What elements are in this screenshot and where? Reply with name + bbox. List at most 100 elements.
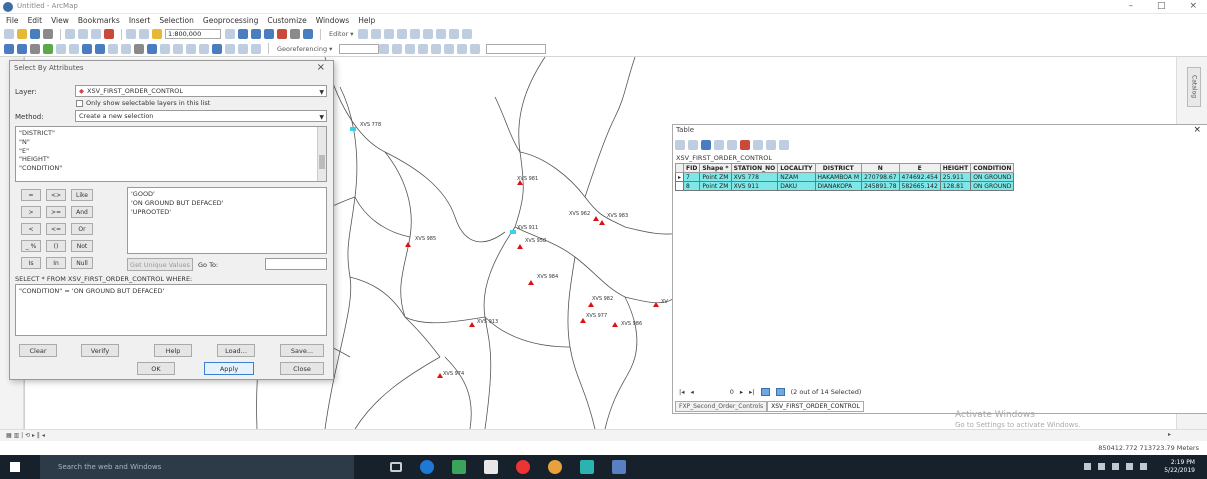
column-header[interactable]: LOCALITY: [777, 163, 816, 173]
column-header[interactable]: Shape *: [699, 163, 732, 173]
sql-expression-input[interactable]: "CONDITION" = 'ON GROUND BUT DEFACED': [15, 284, 327, 336]
edit-vertices-icon[interactable]: [370, 29, 381, 39]
menu-geoprocessing[interactable]: Geoprocessing: [203, 16, 258, 25]
dialog-close-button[interactable]: ×: [317, 62, 325, 73]
verify-button[interactable]: Verify: [81, 344, 119, 357]
menu-selection[interactable]: Selection: [159, 16, 194, 25]
file-explorer-icon[interactable]: [484, 460, 498, 474]
help-button[interactable]: Help: [154, 344, 192, 357]
edge-icon[interactable]: [420, 460, 434, 474]
redo-icon[interactable]: [139, 29, 149, 39]
arccatalog-taskbar-icon[interactable]: [612, 460, 626, 474]
clear-selection-icon[interactable]: [121, 43, 131, 54]
column-header[interactable]: FID: [683, 163, 701, 173]
clear-selection-table-icon[interactable]: [727, 140, 737, 150]
arcmap-taskbar-icon[interactable]: [580, 460, 594, 474]
column-header[interactable]: STATION_NO: [730, 163, 779, 173]
menu-windows[interactable]: Windows: [316, 16, 349, 25]
field-calculator-icon[interactable]: [779, 140, 789, 150]
georeferencing-menu[interactable]: Georeferencing ▾: [277, 45, 332, 53]
attributes-icon[interactable]: [435, 29, 446, 39]
field-item[interactable]: "HEIGHT": [19, 155, 323, 164]
select-elements-icon[interactable]: [134, 43, 144, 54]
only-selectable-checkbox[interactable]: [76, 100, 83, 107]
catalog-icon[interactable]: [251, 29, 261, 39]
open-icon[interactable]: [17, 29, 27, 39]
column-header[interactable]: E: [898, 163, 941, 173]
switch-selection-icon[interactable]: [714, 140, 724, 150]
save-button[interactable]: Save...: [280, 344, 324, 357]
delete-selected-icon[interactable]: [740, 140, 750, 150]
op-null-button[interactable]: Null: [71, 257, 93, 269]
print-icon[interactable]: [43, 29, 53, 39]
minimize-button[interactable]: –: [1128, 1, 1133, 11]
layout-view-buttons[interactable]: ▦ ▥ | ⟲ ▸ ‖ ◂: [6, 432, 45, 439]
forward-extent-icon[interactable]: [95, 43, 105, 54]
field-item[interactable]: "E": [19, 147, 323, 156]
field-item[interactable]: "CONDITION": [19, 164, 323, 173]
field-item[interactable]: "DISTRICT": [19, 129, 323, 138]
auto-adjust-icon[interactable]: [444, 43, 455, 54]
full-extent-icon[interactable]: [43, 43, 53, 54]
zoom-in-icon[interactable]: [4, 43, 14, 54]
add-data-icon[interactable]: [152, 29, 162, 39]
add-control-points-icon[interactable]: [418, 43, 429, 54]
reshape-icon[interactable]: [383, 29, 394, 39]
op-not-equal-button[interactable]: <>: [46, 189, 66, 201]
go-to-xy-icon[interactable]: [225, 43, 235, 54]
html-popup-icon[interactable]: [173, 43, 183, 54]
arctoolbox-icon[interactable]: [277, 29, 287, 39]
modelbuilder-icon[interactable]: [303, 29, 313, 39]
row-selector[interactable]: [674, 181, 685, 191]
viewer-icon[interactable]: [251, 43, 261, 54]
value-item[interactable]: 'UPROOTED': [131, 208, 323, 217]
rotate-raster-icon[interactable]: [379, 43, 390, 54]
catalog-tab[interactable]: Catalog: [1187, 67, 1201, 107]
column-header[interactable]: N: [861, 163, 900, 173]
zoom-to-selected-icon[interactable]: [753, 140, 763, 150]
store-icon[interactable]: [452, 460, 466, 474]
table-row[interactable]: 8 Point ZM XVS 911 DAKU DIANAKOPA 245891…: [674, 181, 1015, 191]
method-select[interactable]: Create a new selection ▼: [75, 110, 327, 122]
geo-dropdown[interactable]: [486, 43, 547, 54]
taskbar-search[interactable]: Search the web and Windows: [40, 455, 354, 479]
map-horizontal-scrollbar[interactable]: ▦ ▥ | ⟲ ▸ ‖ ◂ ▸: [0, 429, 1207, 441]
cut-polygon-icon[interactable]: [396, 29, 407, 39]
record-number[interactable]: 0: [730, 388, 734, 396]
measure-icon[interactable]: [186, 43, 196, 54]
edit-tool-icon[interactable]: [357, 29, 368, 39]
next-record-button[interactable]: ▸: [740, 388, 743, 396]
apply-button[interactable]: Apply: [204, 362, 254, 375]
scroll-right-icon[interactable]: ▸: [1168, 431, 1171, 438]
firefox-icon[interactable]: [516, 460, 530, 474]
copy-icon[interactable]: [78, 29, 88, 39]
tab-first-order[interactable]: XSV_FIRST_ORDER_CONTROL: [767, 401, 864, 412]
magnifier-icon[interactable]: [470, 43, 481, 54]
maximize-button[interactable]: □: [1157, 1, 1166, 11]
load-button[interactable]: Load...: [217, 344, 255, 357]
delete-icon[interactable]: [104, 29, 114, 39]
fixed-zoom-in-icon[interactable]: [56, 43, 66, 54]
fields-scrollbar[interactable]: [317, 127, 326, 181]
close-button[interactable]: ×: [1189, 1, 1197, 11]
shift-raster-icon[interactable]: [392, 43, 403, 54]
get-unique-values-button[interactable]: Get Unique Values: [127, 258, 193, 271]
fixed-zoom-out-icon[interactable]: [69, 43, 79, 54]
rotate-icon[interactable]: [422, 29, 433, 39]
related-tables-icon[interactable]: [688, 140, 698, 150]
map-scale-input[interactable]: 1:800,000: [165, 29, 221, 39]
volume-icon[interactable]: [1126, 463, 1133, 470]
op-equals-button[interactable]: =: [21, 189, 41, 201]
op-greater-button[interactable]: >: [21, 206, 41, 218]
field-item[interactable]: "N": [19, 138, 323, 147]
op-greater-equal-button[interactable]: >=: [46, 206, 66, 218]
op-in-button[interactable]: In: [46, 257, 66, 269]
language-icon[interactable]: [1140, 463, 1147, 470]
find-replace-icon[interactable]: [766, 140, 776, 150]
chrome-icon[interactable]: [548, 460, 562, 474]
windows-start-icon[interactable]: [10, 462, 20, 472]
tab-second-order[interactable]: FXP_Second_Order_Controls: [675, 401, 768, 412]
select-features-icon[interactable]: [108, 43, 118, 54]
op-and-button[interactable]: And: [71, 206, 93, 218]
clock[interactable]: 2:19 PM 5/22/2019: [1164, 459, 1195, 475]
